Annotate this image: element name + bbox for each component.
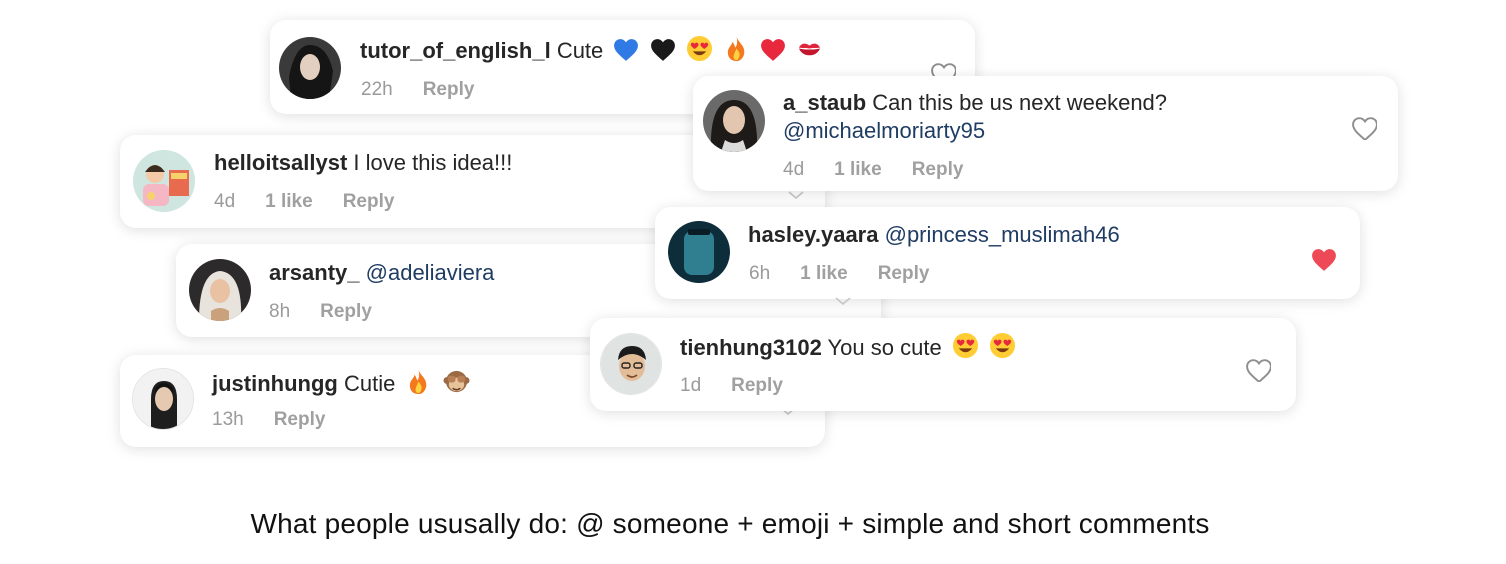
- comment-text: arsanty_ @adeliaviera: [269, 259, 494, 287]
- comment-text: hasley.yaara @princess_muslimah46: [748, 221, 1120, 249]
- username[interactable]: tutor_of_english_l: [360, 38, 551, 63]
- comment-body: I love this idea!!!: [353, 150, 513, 175]
- reply-button[interactable]: Reply: [912, 159, 964, 180]
- timestamp: 4d: [214, 191, 236, 212]
- reply-button[interactable]: Reply: [423, 79, 475, 100]
- avatar[interactable]: [189, 259, 251, 321]
- reply-button[interactable]: Reply: [320, 301, 372, 322]
- comment-body: Cutie: [343, 371, 396, 396]
- username[interactable]: arsanty_: [269, 260, 360, 285]
- likes-count[interactable]: 1 like: [800, 263, 848, 284]
- heart-eyes-icon: [989, 332, 1016, 366]
- avatar[interactable]: [133, 150, 195, 212]
- timestamp: 8h: [269, 301, 291, 322]
- kiss-mark-icon: [796, 35, 823, 69]
- comment-meta: 4d 1 like Reply: [214, 190, 424, 214]
- see-no-evil-monkey-icon: [443, 368, 470, 402]
- fire-icon: [723, 35, 750, 69]
- reply-button[interactable]: Reply: [731, 375, 783, 396]
- likes-count[interactable]: 1 like: [265, 191, 313, 212]
- comment-meta: 4d 1 like Reply: [783, 158, 993, 182]
- username[interactable]: a_staub: [783, 90, 866, 115]
- comment-text: justinhungg Cutie: [212, 368, 470, 402]
- comment-meta: 13h Reply: [212, 408, 355, 432]
- comment-meta: 1d Reply: [680, 374, 813, 398]
- mention-link[interactable]: @michaelmoriarty95: [783, 117, 985, 145]
- fire-icon: [405, 368, 432, 402]
- red-heart-icon: [760, 38, 786, 69]
- heart-icon[interactable]: [1245, 358, 1271, 382]
- reply-button[interactable]: Reply: [274, 409, 326, 430]
- comment-card: tienhung3102 You so cute 1d Reply: [590, 318, 1296, 411]
- heart-eyes-icon: [952, 332, 979, 366]
- username[interactable]: justinhungg: [212, 371, 338, 396]
- chevron-down-icon: [788, 191, 804, 199]
- reply-button[interactable]: Reply: [878, 263, 930, 284]
- comment-meta: 6h 1 like Reply: [749, 262, 959, 286]
- black-heart-icon: [650, 38, 676, 69]
- username[interactable]: hasley.yaara: [748, 222, 878, 247]
- comment-meta: 8h Reply: [269, 300, 402, 324]
- caption: What people ususally do: @ someone + emo…: [250, 508, 1210, 539]
- timestamp: 4d: [783, 159, 805, 180]
- comment-meta: 22h Reply: [361, 78, 504, 102]
- avatar[interactable]: [600, 333, 662, 395]
- mention-link[interactable]: @adeliaviera: [366, 260, 495, 285]
- comment-text: a_staub Can this be us next weekend?: [783, 89, 1167, 117]
- avatar[interactable]: [132, 368, 194, 430]
- avatar[interactable]: [703, 90, 765, 152]
- heart-icon[interactable]: [1351, 116, 1377, 140]
- avatar[interactable]: [279, 37, 341, 99]
- comment-body: Can this be us next weekend?: [872, 90, 1168, 115]
- username[interactable]: helloitsallyst: [214, 150, 347, 175]
- comment-body: You so cute: [827, 335, 942, 360]
- comment-card: a_staub Can this be us next weekend? @mi…: [693, 76, 1398, 191]
- reply-button[interactable]: Reply: [343, 191, 395, 212]
- blue-heart-icon: [613, 38, 639, 69]
- timestamp: 1d: [680, 375, 702, 396]
- comment-text: helloitsallyst I love this idea!!!: [214, 149, 512, 177]
- heart-eyes-icon: [686, 35, 713, 69]
- timestamp: 22h: [361, 79, 393, 100]
- comment-card: hasley.yaara @princess_muslimah46 6h 1 li…: [655, 207, 1360, 305]
- comment-text: tutor_of_english_l Cute: [360, 35, 823, 69]
- liked-heart-icon[interactable]: [1310, 247, 1336, 271]
- avatar[interactable]: [668, 221, 730, 283]
- likes-count[interactable]: 1 like: [834, 159, 882, 180]
- mention-link[interactable]: @princess_muslimah46: [885, 222, 1120, 247]
- username[interactable]: tienhung3102: [680, 335, 822, 360]
- comment-body: Cute: [556, 38, 604, 63]
- chevron-down-icon: [835, 297, 851, 305]
- timestamp: 13h: [212, 409, 244, 430]
- comment-text: tienhung3102 You so cute: [680, 332, 1016, 366]
- timestamp: 6h: [749, 263, 771, 284]
